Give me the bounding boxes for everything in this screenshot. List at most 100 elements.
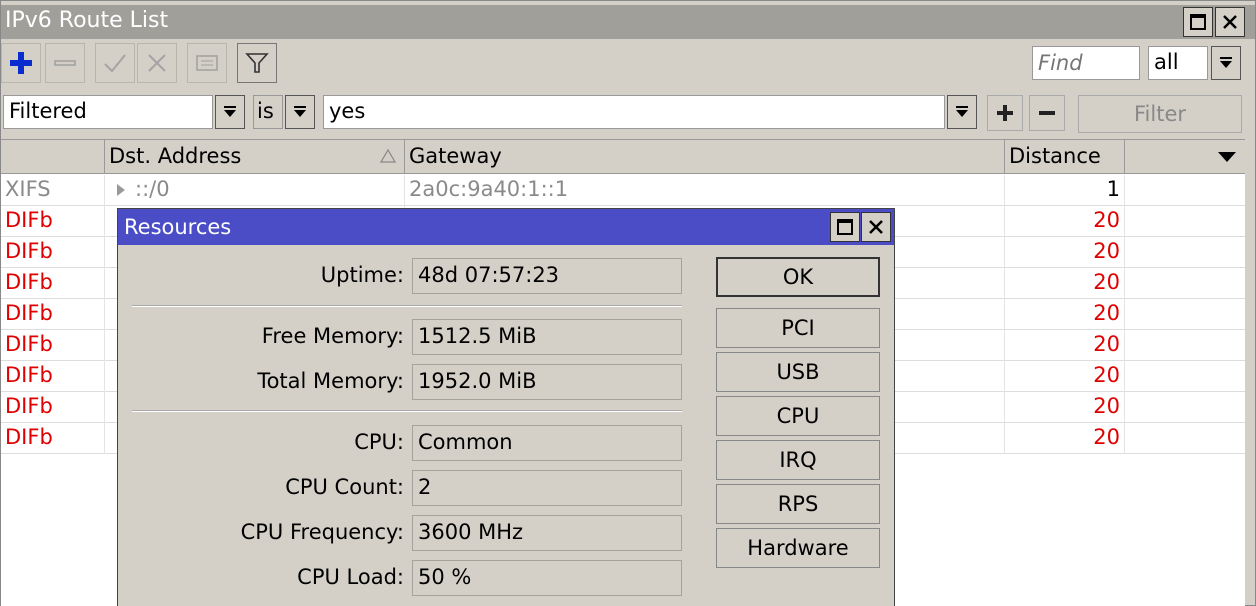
distance-cell: 20 (1005, 206, 1125, 237)
close-button[interactable] (1215, 7, 1245, 37)
sort-arrow-icon (380, 148, 396, 163)
column-gateway[interactable]: Gateway (405, 140, 1005, 174)
filter-value-dropdown[interactable] (947, 95, 977, 129)
maximize-icon (1190, 14, 1206, 30)
distance-cell: 20 (1005, 237, 1125, 268)
empty-cell (1125, 175, 1245, 206)
enable-icon (104, 54, 126, 73)
dst-address-text: ::/0 (135, 177, 170, 201)
empty-cell (1125, 361, 1245, 392)
filter-field-dropdown[interactable] (215, 95, 245, 129)
pci-button[interactable]: PCI (716, 308, 880, 348)
enable-button[interactable] (95, 43, 135, 83)
column-dst-address[interactable]: Dst. Address (105, 140, 405, 174)
flags-cell: DIFb (1, 237, 105, 268)
add-filter-button[interactable] (987, 95, 1023, 131)
flags-cell: DIFb (1, 206, 105, 237)
separator (132, 305, 682, 307)
distance-cell: 20 (1005, 361, 1125, 392)
empty-cell (1125, 423, 1245, 454)
dropdown-arrow-icon (1218, 152, 1236, 162)
table-header: Dst. Address Gateway Distance (1, 140, 1245, 174)
rps-button[interactable]: RPS (716, 484, 880, 524)
resources-maximize-button[interactable] (830, 212, 860, 242)
free-memory-value: 1512.5 MiB (412, 319, 682, 355)
flags-cell: DIFb (1, 361, 105, 392)
empty-cell (1125, 330, 1245, 361)
irq-button[interactable]: IRQ (716, 440, 880, 480)
add-icon (997, 105, 1013, 121)
distance-cell: 20 (1005, 392, 1125, 423)
maximize-icon (837, 219, 853, 235)
resources-dialog: Resources Uptime: 48d 07:57:23 Free Memo… (117, 208, 895, 606)
maximize-button[interactable] (1183, 7, 1213, 37)
ok-button[interactable]: OK (716, 257, 880, 297)
add-button[interactable] (1, 43, 41, 83)
remove-icon (54, 60, 76, 66)
separator (132, 410, 682, 412)
remove-button[interactable] (45, 43, 85, 83)
flags-cell: DIFb (1, 299, 105, 330)
close-icon (1223, 15, 1237, 29)
cpu-count-label: CPU Count: (285, 475, 404, 499)
find-input[interactable] (1032, 46, 1140, 80)
filter-button[interactable]: Filter (1078, 95, 1242, 133)
distance-cell: 20 (1005, 299, 1125, 330)
cpu-load-label: CPU Load: (297, 565, 404, 589)
hardware-button[interactable]: Hardware (716, 528, 880, 568)
empty-cell (1125, 237, 1245, 268)
dropdown-arrow-icon (956, 106, 968, 117)
gateway-cell: 2a0c:9a40:1::1 (405, 175, 1005, 206)
scope-dropdown-button[interactable] (1211, 46, 1241, 80)
column-flags[interactable] (1, 140, 105, 174)
filter-value-select[interactable]: yes (323, 95, 945, 129)
usb-button[interactable]: USB (716, 352, 880, 392)
close-icon (869, 220, 883, 234)
flags-cell: DIFb (1, 330, 105, 361)
filter-field-select[interactable]: Filtered (3, 95, 213, 129)
cpu-load-value: 50 % (412, 560, 682, 596)
table-row[interactable]: XIFS::/0 2a0c:9a40:1::1 1 (1, 175, 1245, 206)
cpu-label: CPU: (354, 430, 404, 454)
expand-arrow-icon (117, 184, 125, 196)
scope-select[interactable]: all (1148, 46, 1208, 80)
filter-toggle-button[interactable] (237, 43, 277, 83)
cpu-frequency-value: 3600 MHz (412, 515, 682, 551)
total-memory-label: Total Memory: (257, 369, 404, 393)
disable-button[interactable] (137, 43, 177, 83)
cpu-count-value: 2 (412, 470, 682, 506)
flags-cell: DIFb (1, 392, 105, 423)
empty-cell (1125, 206, 1245, 237)
cpu-frequency-label: CPU Frequency: (240, 520, 404, 544)
flags-cell: DIFb (1, 268, 105, 299)
window-titlebar[interactable]: IPv6 Route List (1, 5, 1255, 39)
empty-cell (1125, 268, 1245, 299)
dropdown-arrow-icon (224, 106, 236, 117)
filter-icon (245, 53, 269, 73)
total-memory-value: 1952.0 MiB (412, 364, 682, 400)
comment-icon (196, 55, 218, 71)
resources-titlebar[interactable]: Resources (118, 209, 894, 245)
dropdown-arrow-icon (294, 106, 306, 117)
uptime-value: 48d 07:57:23 (412, 258, 682, 294)
resources-close-button[interactable] (861, 212, 891, 242)
flags-cell: XIFS (1, 175, 105, 206)
free-memory-label: Free Memory: (261, 324, 404, 348)
remove-icon (1039, 111, 1055, 115)
filter-operator-dropdown[interactable] (285, 95, 315, 129)
resources-title: Resources (124, 215, 232, 239)
comment-button[interactable] (187, 43, 227, 83)
ipv6-route-list-window: IPv6 Route List all Filt (0, 0, 1256, 606)
window-title: IPv6 Route List (5, 8, 169, 33)
remove-filter-button[interactable] (1029, 95, 1065, 131)
distance-cell: 20 (1005, 268, 1125, 299)
dst-address-cell: ::/0 (105, 175, 405, 206)
distance-cell: 1 (1005, 175, 1125, 206)
column-chooser[interactable] (1125, 140, 1245, 174)
column-distance[interactable]: Distance (1005, 140, 1125, 174)
uptime-label: Uptime: (320, 263, 404, 287)
column-dst-address-label: Dst. Address (109, 144, 242, 168)
cpu-button[interactable]: CPU (716, 396, 880, 436)
filter-operator-select[interactable]: is (253, 95, 283, 129)
distance-cell: 20 (1005, 330, 1125, 361)
